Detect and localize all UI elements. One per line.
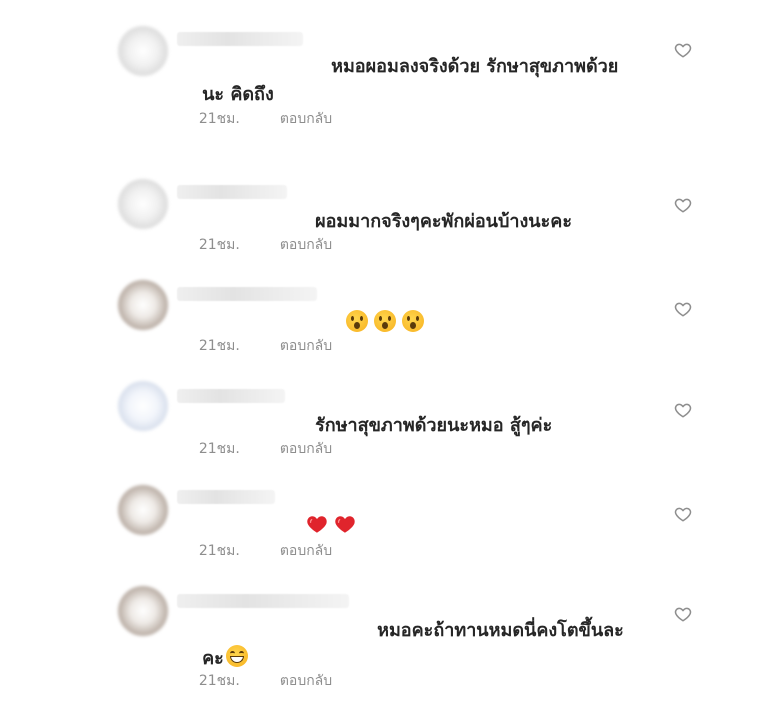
avatar[interactable] <box>118 280 168 330</box>
reply-button[interactable]: ตอบกลับ <box>280 441 332 457</box>
avatar[interactable] <box>118 26 168 76</box>
comment-meta: 21ชม. ตอบกลับ <box>181 654 332 708</box>
astonished-face-icon <box>374 310 397 332</box>
reply-button[interactable]: ตอบกลับ <box>280 673 332 689</box>
comment-time: 21ชม. <box>198 441 240 457</box>
username-blurred[interactable] <box>177 389 285 403</box>
username-blurred[interactable] <box>177 287 317 301</box>
astonished-face-icon <box>402 310 425 332</box>
avatar[interactable] <box>118 179 168 229</box>
comment-time: 21ชม. <box>198 237 240 253</box>
avatar[interactable] <box>118 381 168 431</box>
reply-button[interactable]: ตอบกลับ <box>280 237 332 253</box>
username-blurred[interactable] <box>177 594 349 608</box>
comment-text-line1: รักษาสุขภาพด้วยนะหมอ สู้ๆค่ะ <box>315 415 553 436</box>
reply-button[interactable]: ตอบกลับ <box>280 111 332 127</box>
comment-time: 21ชม. <box>198 338 240 354</box>
avatar[interactable] <box>118 485 168 535</box>
comment-meta: 21ชม. ตอบกลับ <box>181 422 332 476</box>
username-blurred[interactable] <box>177 185 287 199</box>
comment-text: หมอผอมลงจริงด้วย รักษาสุขภาพด้วย <box>306 22 618 112</box>
comment-text-line1: ผอมมากจริงๆคะพักผ่อนบ้างนะคะ <box>315 211 572 232</box>
username-blurred[interactable] <box>177 490 275 504</box>
like-heart-icon[interactable] <box>674 41 692 59</box>
comment-meta: 21ชม. ตอบกลับ <box>181 319 332 373</box>
comment-text-line1: หมอผอมลงจริงด้วย รักษาสุขภาพด้วย <box>331 56 619 77</box>
comment-time: 21ชม. <box>198 543 240 559</box>
like-heart-icon[interactable] <box>674 300 692 318</box>
comment-time: 21ชม. <box>198 673 240 689</box>
username-blurred[interactable] <box>177 32 303 46</box>
like-heart-icon[interactable] <box>674 605 692 623</box>
like-heart-icon[interactable] <box>674 401 692 419</box>
comment-meta: 21ชม. ตอบกลับ <box>181 524 332 578</box>
comment-time: 21ชม. <box>198 111 240 127</box>
red-heart-icon <box>334 513 356 535</box>
reply-button[interactable]: ตอบกลับ <box>280 543 332 559</box>
like-heart-icon[interactable] <box>674 196 692 214</box>
comment-meta: 21ชม. ตอบกลับ <box>181 92 332 146</box>
astonished-face-icon <box>346 310 369 332</box>
comment-emojis <box>321 279 430 369</box>
comment-text: หมอคะถ้าทานหมดนี่คงโตขึ้นละ <box>352 586 624 676</box>
avatar[interactable] <box>118 586 168 636</box>
like-heart-icon[interactable] <box>674 505 692 523</box>
comment-text: ผอมมากจริงๆคะพักผ่อนบ้างนะคะ <box>290 177 572 267</box>
comment-text-line1: หมอคะถ้าทานหมดนี่คงโตขึ้นละ <box>377 620 624 641</box>
comment-meta: 21ชม. ตอบกลับ <box>181 218 332 272</box>
reply-button[interactable]: ตอบกลับ <box>280 338 332 354</box>
